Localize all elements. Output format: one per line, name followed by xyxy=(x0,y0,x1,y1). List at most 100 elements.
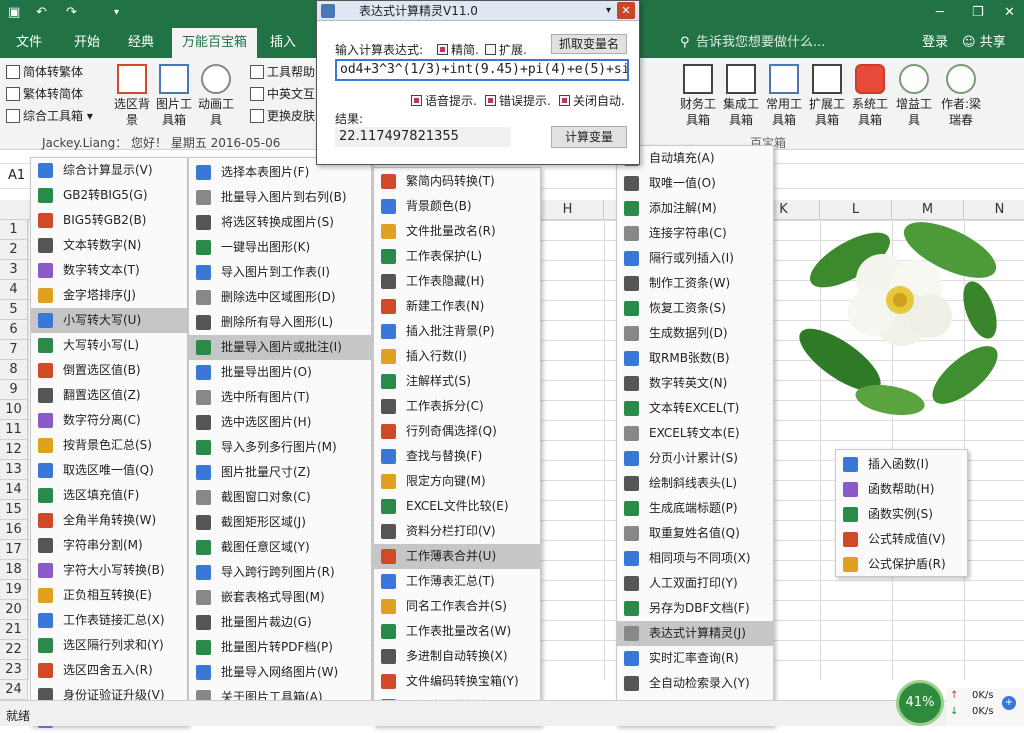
menu-item[interactable]: 多进制自动转换(X) xyxy=(374,644,540,669)
simplified-to-traditional-button[interactable]: 简体转繁体 xyxy=(6,62,83,82)
menu-item[interactable]: 将选区转换成图片(S) xyxy=(189,210,371,235)
menu-item[interactable]: 截图任意区域(Y) xyxy=(189,535,371,560)
picture-toolbox-button[interactable]: 图片工 具箱 xyxy=(152,62,196,128)
menu-item[interactable]: 翻置选区值(Z) xyxy=(31,383,187,408)
menu-item[interactable]: 工作表链接汇总(X) xyxy=(31,608,187,633)
menu-item[interactable]: 金字塔排序(J) xyxy=(31,283,187,308)
menu-item[interactable]: 字符串分割(M) xyxy=(31,533,187,558)
menu-item[interactable]: 取重复姓名值(Q) xyxy=(617,521,773,546)
column-header[interactable]: H xyxy=(532,200,604,220)
menu-item[interactable]: 选区四舍五入(R) xyxy=(31,658,187,683)
menu-item[interactable]: 图片批量尺寸(Z) xyxy=(189,460,371,485)
menu-item[interactable]: 选区填充值(F) xyxy=(31,483,187,508)
tab-file[interactable]: 文件 xyxy=(12,28,46,58)
change-skin-button[interactable]: 更换皮肤 xyxy=(250,106,315,126)
menu-item[interactable]: 嵌套表格式导图(M) xyxy=(189,585,371,610)
login-link[interactable]: 登录 xyxy=(918,28,952,58)
menu-item[interactable]: 工作薄表合并(U) xyxy=(374,544,540,569)
row-header[interactable]: 21 xyxy=(0,620,28,640)
menu-item[interactable]: 实时汇率查询(R) xyxy=(617,646,773,671)
menu-item[interactable]: 连接字符串(C) xyxy=(617,221,773,246)
expression-input[interactable]: od4+3^3^(1/3)+int(9.45)+pi(4)+e(5)+sin1-… xyxy=(335,59,629,81)
menu-item[interactable]: 繁简内码转换(T) xyxy=(374,169,540,194)
row-header[interactable]: 15 xyxy=(0,500,28,520)
finance-toolbox-button[interactable]: 财务工 具箱 xyxy=(676,62,720,128)
close-icon[interactable]: ✕ xyxy=(617,2,635,19)
common-toolbox-button[interactable]: 常用工 具箱 xyxy=(762,62,806,128)
row-header[interactable]: 18 xyxy=(0,560,28,580)
undo-icon[interactable]: ↶ xyxy=(36,5,47,21)
menu-item[interactable]: 批量图片裁边(G) xyxy=(189,610,371,635)
row-header[interactable]: 19 xyxy=(0,580,28,600)
combined-toolbox-button[interactable]: 综合工具箱 ▾ xyxy=(6,106,93,126)
menu-item[interactable]: 插入行数(I) xyxy=(374,344,540,369)
row-header[interactable]: 23 xyxy=(0,660,28,680)
menu-item[interactable]: BIG5转GB2(B) xyxy=(31,208,187,233)
menu-item[interactable]: 生成底端标题(P) xyxy=(617,496,773,521)
menu-item[interactable]: 导入跨行跨列图片(R) xyxy=(189,560,371,585)
calculate-button[interactable]: 计算变量 xyxy=(551,126,627,148)
menu-item[interactable]: 取选区唯一值(Q) xyxy=(31,458,187,483)
row-header[interactable]: 17 xyxy=(0,540,28,560)
menu-item[interactable]: 数字转英文(N) xyxy=(617,371,773,396)
menu-item[interactable]: 自动填充(A) xyxy=(617,146,773,171)
integrated-toolbox-button[interactable]: 集成工 具箱 xyxy=(719,62,763,128)
menu-item[interactable]: 删除选中区域图形(D) xyxy=(189,285,371,310)
traditional-to-simplified-button[interactable]: 繁体转简体 xyxy=(6,84,83,104)
simple-checkbox[interactable]: 精简. xyxy=(437,41,479,58)
menu-item[interactable]: 恢复工资条(S) xyxy=(617,296,773,321)
menu-item[interactable]: 数字转文本(T) xyxy=(31,258,187,283)
extend-checkbox[interactable]: 扩展. xyxy=(485,41,527,58)
menu-item[interactable]: 全角半角转换(W) xyxy=(31,508,187,533)
menu-item[interactable]: 字符大小写转换(B) xyxy=(31,558,187,583)
menu-item[interactable]: 倒置选区值(B) xyxy=(31,358,187,383)
menu-item[interactable]: 公式保护盾(R) xyxy=(836,552,967,577)
menu-item[interactable]: 数字符分离(C) xyxy=(31,408,187,433)
menu-item[interactable]: 工作表批量改名(W) xyxy=(374,619,540,644)
menu-item[interactable]: 添加注解(M) xyxy=(617,196,773,221)
row-header[interactable]: 22 xyxy=(0,640,28,660)
menu-item[interactable]: 批量导入图片或批注(I) xyxy=(189,335,371,360)
plus-icon[interactable]: + xyxy=(1002,696,1016,710)
menu-item[interactable]: 删除所有导入图形(L) xyxy=(189,310,371,335)
flower-picture[interactable] xyxy=(790,200,1010,430)
menu-item[interactable]: 生成数据列(D) xyxy=(617,321,773,346)
row-header[interactable]: 4 xyxy=(0,280,28,300)
menu-item[interactable]: 截图窗口对象(C) xyxy=(189,485,371,510)
share-button[interactable]: ☺ 共享 xyxy=(958,28,1010,58)
menu-item[interactable]: 限定方向键(M) xyxy=(374,469,540,494)
row-header[interactable]: 24 xyxy=(0,680,28,700)
menu-item[interactable]: 文件批量改名(R) xyxy=(374,219,540,244)
tab-home[interactable]: 开始 xyxy=(70,28,104,58)
error-checkbox[interactable]: 错误提示. xyxy=(485,92,551,109)
menu-item[interactable]: 同名工作表合并(S) xyxy=(374,594,540,619)
menu-item[interactable]: 文件编码转换宝箱(Y) xyxy=(374,669,540,694)
menu-item[interactable]: 工作表拆分(C) xyxy=(374,394,540,419)
save-icon[interactable]: ▣ xyxy=(8,5,20,21)
menu-item[interactable]: 工作表隐藏(H) xyxy=(374,269,540,294)
menu-item[interactable]: 另存为DBF文档(F) xyxy=(617,596,773,621)
menu-item[interactable]: 批量导出图片(O) xyxy=(189,360,371,385)
menu-item[interactable]: 导入多列多行图片(M) xyxy=(189,435,371,460)
menu-item[interactable]: 绘制斜线表头(L) xyxy=(617,471,773,496)
menu-item[interactable]: GB2转BIG5(G) xyxy=(31,183,187,208)
menu-item[interactable]: 表达式计算精灵(J) xyxy=(617,621,773,646)
menu-item[interactable]: 工作表保护(L) xyxy=(374,244,540,269)
name-box[interactable]: A1 xyxy=(8,168,32,183)
tool-help-button[interactable]: 工具帮助 xyxy=(250,62,315,82)
menu-item[interactable]: 选中所有图片(T) xyxy=(189,385,371,410)
menu-item[interactable]: 背景颜色(B) xyxy=(374,194,540,219)
row-header[interactable]: 20 xyxy=(0,600,28,620)
menu-item[interactable]: 导入图片到工作表(I) xyxy=(189,260,371,285)
row-header[interactable]: 1 xyxy=(0,220,28,240)
tab-toolbox[interactable]: 万能百宝箱 xyxy=(172,28,258,58)
menu-item[interactable]: 选区隔行列求和(Y) xyxy=(31,633,187,658)
autoclose-checkbox[interactable]: 关闭自动. xyxy=(559,92,625,109)
tab-insert[interactable]: 插入 xyxy=(266,28,300,58)
restore-icon[interactable]: ❐ xyxy=(972,5,984,21)
menu-item[interactable]: 函数实例(S) xyxy=(836,502,967,527)
menu-item[interactable]: 正负相互转换(E) xyxy=(31,583,187,608)
menu-item[interactable]: 插入函数(I) xyxy=(836,452,967,477)
row-header[interactable]: 3 xyxy=(0,260,28,280)
qat-dropdown-icon[interactable]: ▾ xyxy=(114,5,119,21)
